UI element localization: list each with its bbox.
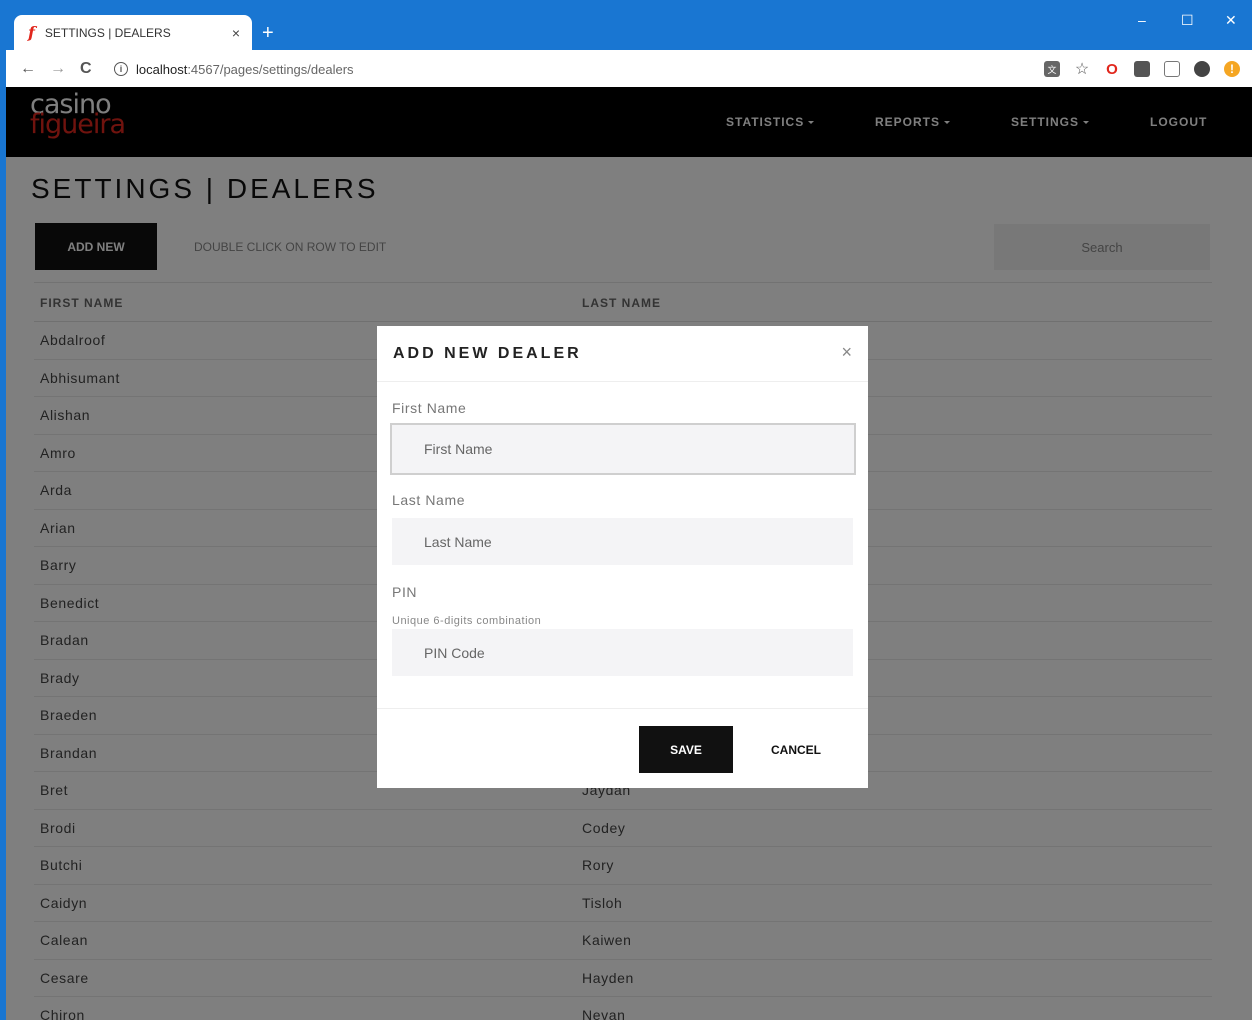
profile-icon[interactable] bbox=[1194, 61, 1210, 77]
reload-icon[interactable]: C bbox=[80, 60, 92, 78]
modal-header: ADD NEW DEALER × bbox=[377, 326, 868, 382]
translate-icon[interactable]: 文 bbox=[1044, 61, 1060, 77]
new-tab-button[interactable]: + bbox=[262, 22, 274, 44]
browser-titlebar: f SETTINGS | DEALERS × + – ☐ ✕ bbox=[0, 0, 1252, 1020]
favicon-icon: f bbox=[28, 23, 35, 42]
url-path: :4567/pages/settings/dealers bbox=[187, 61, 354, 77]
minimize-icon[interactable]: – bbox=[1138, 12, 1146, 28]
cancel-button[interactable]: CANCEL bbox=[749, 726, 843, 773]
opera-icon[interactable]: O bbox=[1104, 61, 1120, 78]
extension-icon[interactable] bbox=[1134, 61, 1150, 77]
close-icon[interactable]: × bbox=[841, 342, 852, 363]
last-name-field[interactable] bbox=[392, 518, 853, 565]
close-window-icon[interactable]: ✕ bbox=[1225, 12, 1237, 29]
maximize-icon[interactable]: ☐ bbox=[1181, 12, 1194, 29]
pin-label: PIN bbox=[392, 584, 418, 600]
address-bar[interactable]: i localhost :4567/pages/settings/dealers… bbox=[114, 56, 1252, 82]
first-name-field[interactable] bbox=[390, 423, 856, 475]
tab-title: SETTINGS | DEALERS bbox=[44, 25, 171, 40]
alert-icon[interactable]: ! bbox=[1224, 61, 1240, 77]
forward-icon[interactable]: → bbox=[50, 60, 66, 78]
url-host: localhost bbox=[136, 61, 188, 77]
modal-title: ADD NEW DEALER bbox=[393, 345, 582, 362]
browser-tab[interactable]: f SETTINGS | DEALERS × bbox=[14, 15, 252, 50]
extension-icons: 文 ☆ O ! bbox=[1044, 56, 1240, 82]
camera-icon[interactable] bbox=[1164, 61, 1180, 77]
bookmark-star-icon[interactable]: ☆ bbox=[1074, 61, 1090, 78]
last-name-label: Last Name bbox=[392, 492, 466, 508]
modal-footer: SAVE CANCEL bbox=[377, 708, 868, 788]
first-name-label: First Name bbox=[392, 400, 467, 416]
save-button[interactable]: SAVE bbox=[639, 726, 733, 773]
pin-help-text: Unique 6-digits combination bbox=[392, 615, 542, 627]
add-dealer-modal: ADD NEW DEALER × First Name Last Name PI… bbox=[377, 326, 868, 788]
address-bar-row: ← → C i localhost :4567/pages/settings/d… bbox=[6, 50, 1252, 87]
back-icon[interactable]: ← bbox=[20, 60, 36, 78]
tab-close-icon[interactable]: × bbox=[232, 25, 240, 41]
pin-field[interactable] bbox=[392, 629, 853, 676]
info-icon[interactable]: i bbox=[114, 62, 128, 76]
